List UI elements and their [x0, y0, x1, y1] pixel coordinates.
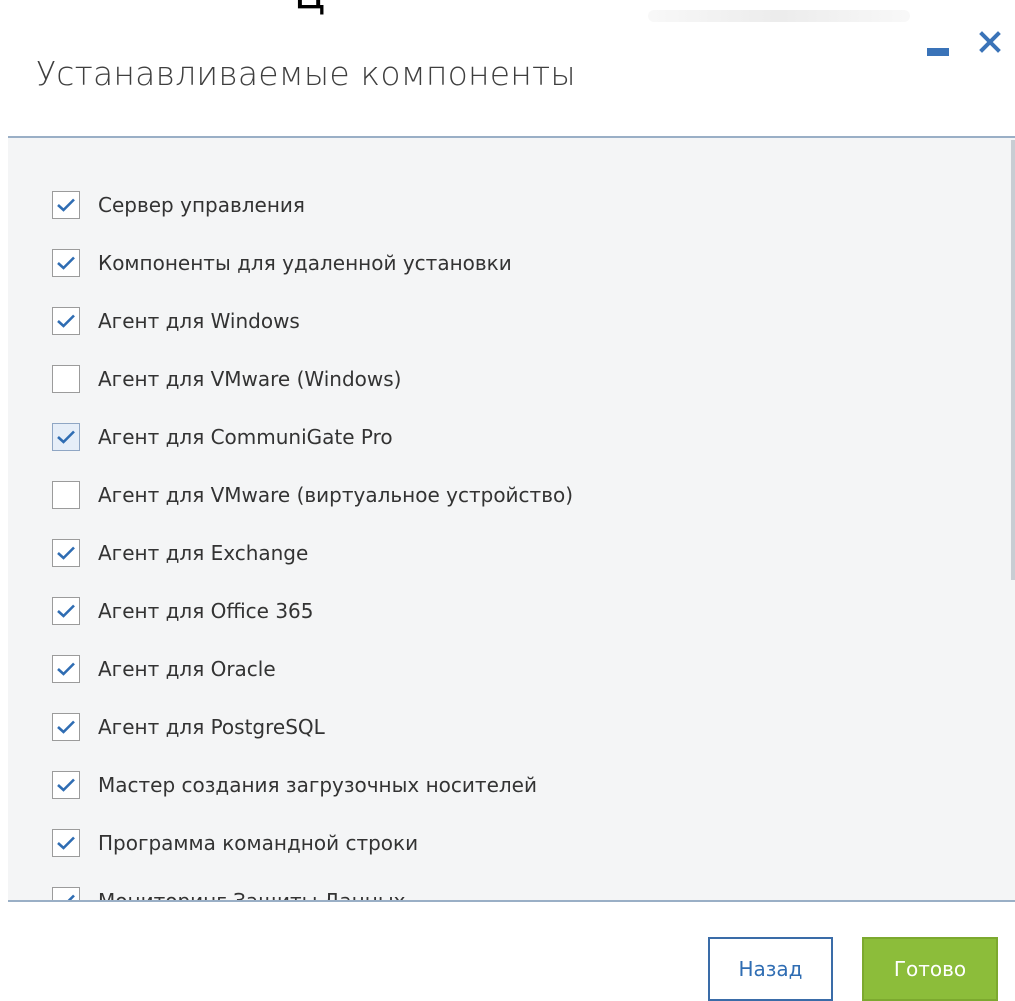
component-checkbox[interactable] — [52, 481, 80, 509]
checkmark-icon — [57, 662, 75, 676]
component-item[interactable]: Агент для CommuniGate Pro — [52, 408, 995, 466]
component-label: Агент для VMware (Windows) — [98, 367, 402, 391]
top-faint-bar — [648, 10, 910, 22]
component-label: Компоненты для удаленной установки — [98, 251, 512, 275]
checkmark-icon — [57, 604, 75, 618]
component-item[interactable]: Агент для Office 365 — [52, 582, 995, 640]
component-item[interactable]: Агент для VMware (Windows) — [52, 350, 995, 408]
component-checkbox[interactable] — [52, 829, 80, 857]
component-checkbox[interactable] — [52, 307, 80, 335]
component-item[interactable]: Агент для Exchange — [52, 524, 995, 582]
scrollbar[interactable] — [1009, 138, 1015, 900]
component-item[interactable]: Мониторинг Защиты Данных — [52, 872, 995, 902]
checkmark-icon — [57, 836, 75, 850]
component-item[interactable]: Агент для Oracle — [52, 640, 995, 698]
checkmark-icon — [57, 546, 75, 560]
component-item[interactable]: Агент для Windows — [52, 292, 995, 350]
component-label: Агент для CommuniGate Pro — [98, 425, 393, 449]
back-button[interactable]: Назад — [708, 937, 833, 1001]
checkmark-icon — [57, 778, 75, 792]
component-checkbox[interactable] — [52, 597, 80, 625]
component-label: Агент для Windows — [98, 309, 300, 333]
checkmark-icon — [57, 720, 75, 734]
minimize-button[interactable] — [918, 22, 958, 62]
component-label: Агент для Exchange — [98, 541, 309, 565]
done-button[interactable]: Готово — [862, 937, 998, 1001]
component-label: Мастер создания загрузочных носителей — [98, 773, 537, 797]
component-checkbox[interactable] — [52, 655, 80, 683]
component-item[interactable]: Агент для VMware (виртуальное устройство… — [52, 466, 995, 524]
component-item[interactable]: Сервер управления — [52, 176, 995, 234]
checkmark-icon — [67, 894, 75, 900]
component-checkbox[interactable] — [52, 713, 80, 741]
component-item[interactable]: Агент для PostgreSQL — [52, 698, 995, 756]
component-checkbox[interactable] — [52, 191, 80, 219]
components-list: Сервер управления Компоненты для удаленно… — [52, 176, 995, 902]
components-panel: Сервер управления Компоненты для удаленно… — [8, 136, 1015, 902]
minimize-icon — [927, 48, 949, 56]
component-label: Агент для Oracle — [98, 657, 276, 681]
component-label: Сервер управления — [98, 193, 305, 217]
component-checkbox[interactable] — [52, 249, 80, 277]
checkmark-icon — [57, 430, 75, 444]
component-item[interactable]: Компоненты для удаленной установки — [52, 234, 995, 292]
scrollbar-thumb[interactable] — [1011, 140, 1015, 580]
component-checkbox[interactable] — [52, 771, 80, 799]
component-label: Агент для PostgreSQL — [98, 715, 325, 739]
component-checkbox[interactable] — [52, 539, 80, 567]
component-label: Агент для VMware (виртуальное устройство… — [98, 483, 574, 507]
component-label: Агент для Office 365 — [98, 599, 314, 623]
component-checkbox[interactable] — [52, 423, 80, 451]
close-button[interactable] — [970, 22, 1010, 62]
component-label: Программа командной строки — [98, 831, 419, 855]
component-checkbox[interactable] — [52, 887, 80, 900]
component-item[interactable]: Программа командной строки — [52, 814, 995, 872]
checkmark-icon — [57, 198, 75, 212]
close-icon — [979, 31, 1001, 53]
component-item[interactable]: Мастер создания загрузочных носителей — [52, 756, 995, 814]
checkmark-icon — [57, 314, 75, 328]
checkmark-icon — [57, 256, 75, 270]
dialog-title: Устанавливаемые компоненты — [36, 54, 576, 93]
component-label: Мониторинг Защиты Данных — [98, 889, 406, 902]
component-checkbox[interactable] — [52, 365, 80, 393]
top-cut-heading: Ц — [294, 0, 325, 18]
